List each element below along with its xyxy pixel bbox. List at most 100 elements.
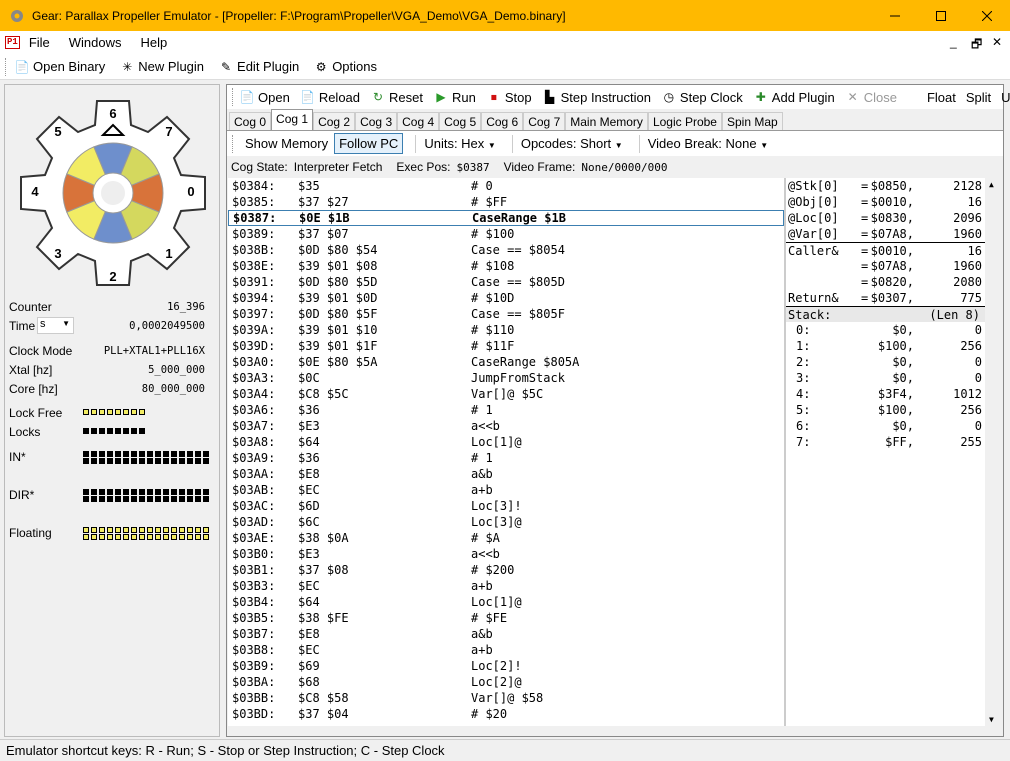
- code-row[interactable]: $0389: $37 $07 # $100: [228, 226, 784, 242]
- code-row[interactable]: $03BA: $68 Loc[2]@: [228, 674, 784, 690]
- add-plugin-button[interactable]: ✚ Add Plugin: [753, 90, 835, 105]
- show-memory-button[interactable]: Show Memory: [241, 134, 332, 153]
- maximize-button[interactable]: [918, 0, 964, 31]
- minimize-button[interactable]: [872, 0, 918, 31]
- open-binary-button[interactable]: 📄 Open Binary: [14, 59, 106, 74]
- mdi-restore-icon[interactable]: 🗗: [971, 35, 982, 56]
- code-mnemonic: a&b: [471, 627, 493, 641]
- units-dropdown[interactable]: Units: Hex ▼: [420, 134, 500, 153]
- code-row[interactable]: $03A4: $C8 $5C Var[]@ $5C: [228, 386, 784, 402]
- close-plugin-button[interactable]: ✕ Close: [845, 90, 897, 105]
- code-bytes: $37 $07: [298, 227, 349, 241]
- panel-splitter[interactable]: [220, 84, 224, 737]
- close-button[interactable]: [964, 0, 1010, 31]
- code-mnemonic: a<<b: [471, 547, 500, 561]
- new-plugin-icon: ✳: [122, 59, 133, 74]
- scroll-down-icon[interactable]: ▼: [989, 715, 994, 724]
- code-row[interactable]: $03A3: $0C JumpFromStack: [228, 370, 784, 386]
- code-row[interactable]: $03A0: $0E $80 $5A CaseRange $805A: [228, 354, 784, 370]
- code-row[interactable]: $038E: $39 $01 $08 # $108: [228, 258, 784, 274]
- cog-tabs: Cog 0 Cog 1 Cog 2 Cog 3 Cog 4 Cog 5 Cog …: [227, 109, 1003, 130]
- edit-plugin-label: Edit Plugin: [237, 59, 300, 74]
- tab-spin-map[interactable]: Spin Map: [721, 112, 783, 130]
- code-address: $0387:: [233, 211, 277, 225]
- edit-plugin-button[interactable]: ✎ Edit Plugin: [218, 59, 299, 74]
- mdi-close-icon[interactable]: ✕: [992, 35, 1002, 49]
- mdi-minimize-icon[interactable]: _: [950, 35, 957, 49]
- stack-row: 1: $100, 256: [786, 338, 1002, 354]
- opcodes-dropdown[interactable]: Opcodes: Short ▼: [517, 134, 627, 153]
- code-row[interactable]: $03A8: $64 Loc[1]@: [228, 434, 784, 450]
- vertical-scrollbar[interactable]: ▲ ▼: [985, 178, 1002, 726]
- code-row[interactable]: $03BD: $37 $04 # $20: [228, 706, 784, 722]
- code-row[interactable]: $0385: $37 $27 # $FF: [228, 194, 784, 210]
- tab-cog-7[interactable]: Cog 7: [523, 112, 566, 130]
- open-button[interactable]: 📄 Open: [239, 90, 290, 105]
- menu-windows[interactable]: Windows: [69, 35, 122, 50]
- code-row[interactable]: $03B0: $E3 a<<b: [228, 546, 784, 562]
- video-break-dropdown[interactable]: Video Break: None ▼: [644, 134, 772, 153]
- code-row[interactable]: $03AC: $6D Loc[3]!: [228, 498, 784, 514]
- stack-hex: $0,: [892, 419, 914, 433]
- code-row[interactable]: $03B5: $38 $FE # $FE: [228, 610, 784, 626]
- code-row[interactable]: $03AA: $E8 a&b: [228, 466, 784, 482]
- code-row[interactable]: $039A: $39 $01 $10 # $110: [228, 322, 784, 338]
- tab-cog-1[interactable]: Cog 1: [271, 109, 314, 130]
- tab-cog-3[interactable]: Cog 3: [355, 112, 398, 130]
- code-row[interactable]: $038B: $0D $80 $54 Case == $8054: [228, 242, 784, 258]
- register-name: @Obj[0]: [788, 195, 839, 209]
- reload-button[interactable]: 📄 Reload: [300, 90, 360, 105]
- code-row[interactable]: $03A9: $36 # 1: [228, 450, 784, 466]
- menu-file[interactable]: File: [29, 35, 50, 50]
- code-row[interactable]: $03A6: $36 # 1: [228, 402, 784, 418]
- follow-pc-button[interactable]: Follow PC: [334, 133, 404, 154]
- code-row[interactable]: $03AD: $6C Loc[3]@: [228, 514, 784, 530]
- code-row[interactable]: $039D: $39 $01 $1F # $11F: [228, 338, 784, 354]
- reset-button[interactable]: ↻ Reset: [370, 90, 423, 105]
- code-row[interactable]: $03B9: $69 Loc[2]!: [228, 658, 784, 674]
- code-row[interactable]: $0397: $0D $80 $5F Case == $805F: [228, 306, 784, 322]
- code-row[interactable]: $03B4: $64 Loc[1]@: [228, 594, 784, 610]
- step-clock-button[interactable]: ◷ Step Clock: [661, 90, 743, 105]
- horizontal-splitter[interactable]: [227, 726, 1003, 736]
- pin-led: [123, 534, 129, 540]
- unsplit-button[interactable]: Unsplit: [1001, 90, 1010, 105]
- time-unit-select[interactable]: s ▼: [37, 317, 74, 334]
- run-button[interactable]: ▶ Run: [433, 90, 475, 105]
- code-row[interactable]: $03B1: $37 $08 # $200: [228, 562, 784, 578]
- code-row[interactable]: $03AB: $EC a+b: [228, 482, 784, 498]
- tab-cog-5[interactable]: Cog 5: [439, 112, 482, 130]
- code-row[interactable]: $0384: $35 # 0: [228, 178, 784, 194]
- code-row[interactable]: $03B8: $EC a+b: [228, 642, 784, 658]
- tab-cog-4[interactable]: Cog 4: [397, 112, 440, 130]
- tab-cog-6[interactable]: Cog 6: [481, 112, 524, 130]
- register-row: Caller& = $0010, 16: [786, 242, 1002, 258]
- code-row[interactable]: $0391: $0D $80 $5D Case == $805D: [228, 274, 784, 290]
- pin-led: [187, 489, 193, 495]
- tab-main-memory[interactable]: Main Memory: [565, 112, 648, 130]
- disassembly-view[interactable]: $0384: $35 # 0 $0385: $37 $27 # $FF $0387: $0E …: [228, 178, 784, 726]
- pin-led: [155, 458, 161, 464]
- code-row[interactable]: $03BB: $C8 $58 Var[]@ $58: [228, 690, 784, 706]
- float-button[interactable]: Float: [927, 90, 956, 105]
- code-row[interactable]: $0394: $39 $01 $0D # $10D: [228, 290, 784, 306]
- tab-logic-probe[interactable]: Logic Probe: [647, 112, 722, 130]
- code-row[interactable]: $03AE: $38 $0A # $A: [228, 530, 784, 546]
- tab-cog-0[interactable]: Cog 0: [229, 112, 272, 130]
- step-instruction-button[interactable]: ▙ Step Instruction: [542, 90, 651, 105]
- pin-led: [123, 489, 129, 495]
- locks-leds: [83, 428, 146, 434]
- code-row[interactable]: $03B7: $E8 a&b: [228, 626, 784, 642]
- code-row[interactable]: $03B3: $EC a+b: [228, 578, 784, 594]
- menu-help[interactable]: Help: [141, 35, 168, 50]
- new-plugin-button[interactable]: ✳ New Plugin: [119, 59, 204, 74]
- tab-cog-2[interactable]: Cog 2: [313, 112, 356, 130]
- current-instruction-row[interactable]: $0387: $0E $1B CaseRange $1B: [228, 210, 784, 226]
- code-row[interactable]: $03A7: $E3 a<<b: [228, 418, 784, 434]
- pin-led: [155, 527, 161, 533]
- scroll-up-icon[interactable]: ▲: [989, 180, 994, 189]
- pin-led: [91, 527, 97, 533]
- split-button[interactable]: Split: [966, 90, 991, 105]
- stop-button[interactable]: ⏹ Stop: [486, 90, 532, 105]
- options-button[interactable]: ⚙ Options: [313, 59, 377, 74]
